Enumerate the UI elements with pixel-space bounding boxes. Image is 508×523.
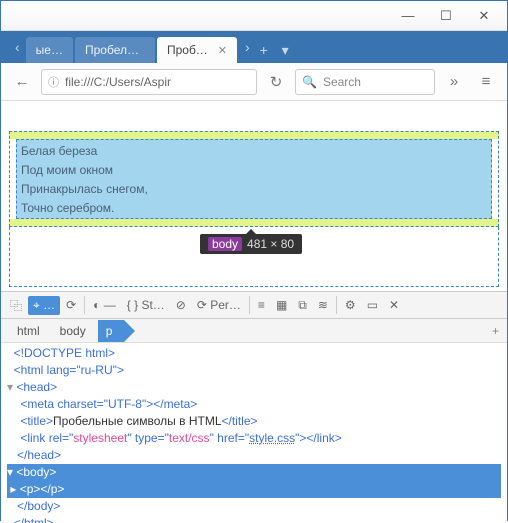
- settings-icon[interactable]: ⚙: [340, 296, 361, 314]
- tab-history-back[interactable]: ‹: [9, 39, 26, 55]
- search-placeholder: Search: [323, 75, 361, 89]
- crumb-body[interactable]: body: [52, 320, 98, 342]
- tab-1[interactable]: Пробельные…: [75, 37, 155, 63]
- window-close[interactable]: ✕: [465, 5, 503, 27]
- search-icon: 🔍: [302, 75, 317, 89]
- inspector-tab[interactable]: ⌖ …: [28, 296, 60, 315]
- layout-view[interactable]: ▦: [271, 296, 292, 314]
- body-node[interactable]: ▾ <body>: [7, 464, 501, 481]
- close-devtools[interactable]: ✕: [384, 296, 404, 314]
- dashed-outline: [9, 131, 499, 227]
- tooltip-dims: 481 × 80: [247, 237, 294, 251]
- menu-button[interactable]: ≡: [473, 69, 499, 95]
- computed-view[interactable]: ⧉: [293, 296, 312, 315]
- crumb-add[interactable]: +: [492, 324, 499, 338]
- perf-tab[interactable]: ⟳ Per…: [192, 296, 246, 314]
- iframe-picker[interactable]: ⿻: [5, 295, 27, 316]
- crumb-p-selected[interactable]: p: [98, 320, 125, 342]
- dock-button[interactable]: ▭: [362, 296, 383, 314]
- devtools-toolbar: ⿻ ⌖ … ⟳ ◐ — { } St… ⊘ ⟳ Per… ≡ ▦ ⧉ ≋ ⚙ ▭…: [1, 291, 507, 319]
- responsive-button[interactable]: ⟳: [61, 296, 81, 314]
- back-button[interactable]: ←: [9, 69, 35, 95]
- tab-0[interactable]: ые…: [26, 37, 73, 63]
- window-maximize[interactable]: ☐: [427, 5, 465, 27]
- console-tab[interactable]: ◐ —: [88, 296, 121, 314]
- anim-view[interactable]: ≋: [313, 296, 333, 314]
- crumb-html[interactable]: html: [9, 320, 52, 342]
- overflow-button[interactable]: »: [441, 69, 467, 95]
- tab-list-dropdown[interactable]: ▾: [278, 37, 298, 63]
- breadcrumb: html body p +: [1, 319, 507, 343]
- close-tab-icon[interactable]: ✕: [218, 44, 227, 57]
- style-tab[interactable]: { } St…: [122, 296, 170, 314]
- tab-2-active[interactable]: Пробель…✕: [157, 37, 237, 63]
- rules-view[interactable]: ≡: [253, 296, 270, 314]
- search-box[interactable]: 🔍 Search: [295, 69, 435, 95]
- tooltip-tag: body: [208, 237, 242, 251]
- new-tab-button[interactable]: +: [256, 37, 276, 63]
- url-bar[interactable]: ⓘ file:///C:/Users/Aspir: [41, 69, 257, 95]
- p-node-selected[interactable]: ▸ <p></p>: [7, 481, 501, 498]
- element-tooltip: body 481 × 80: [200, 234, 302, 254]
- reload-button[interactable]: ↻: [263, 69, 289, 95]
- debugger-tab[interactable]: ⊘: [171, 296, 191, 314]
- markup-view[interactable]: <!DOCTYPE html> <html lang="ru-RU"> ▾ <h…: [1, 343, 507, 523]
- page-content: Белая береза Под моим окном Принакрылась…: [1, 101, 507, 291]
- window-minimize[interactable]: —: [389, 5, 427, 27]
- tab-history-fwd[interactable]: ›: [239, 39, 256, 55]
- url-text: file:///C:/Users/Aspir: [65, 75, 171, 89]
- info-icon[interactable]: ⓘ: [48, 74, 59, 90]
